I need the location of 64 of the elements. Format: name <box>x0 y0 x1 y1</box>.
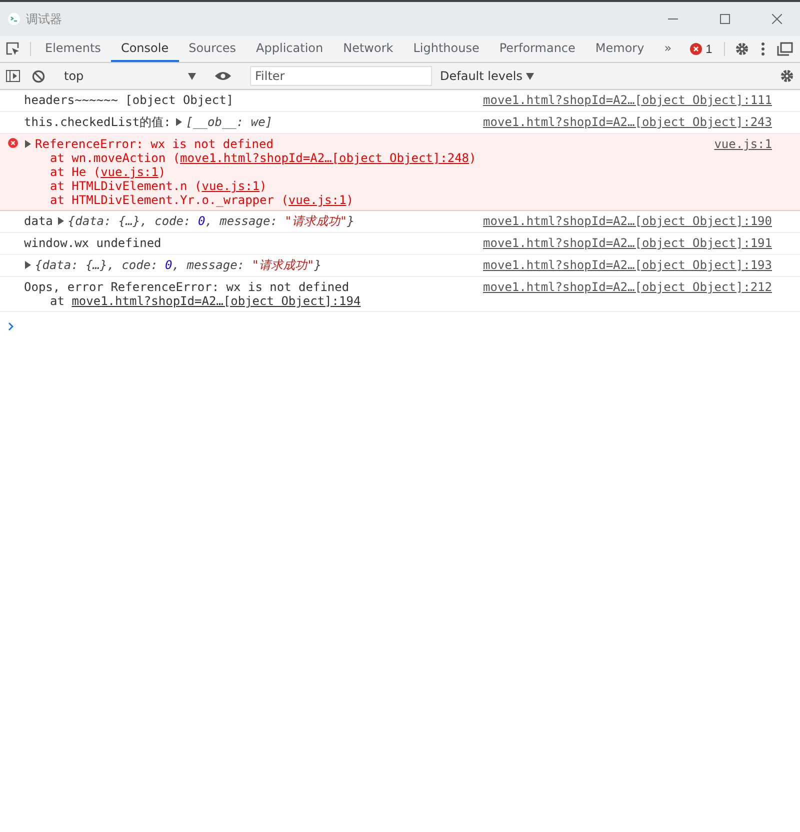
object-preview: , message: <box>172 258 246 272</box>
source-link[interactable]: move1.html?shopId=A2…[object Object]:191 <box>483 236 772 251</box>
error-icon <box>690 43 702 55</box>
log-text: headers~~~~~~ [object Object] <box>24 93 234 107</box>
app-icon <box>8 13 20 25</box>
source-link[interactable]: move1.html?shopId=A2…[object Object]:212 <box>483 280 772 308</box>
log-text: at HTMLDivElement.Yr.o._wrapper ( <box>50 193 288 207</box>
string-value: "请求成功" <box>252 258 314 272</box>
log-text: at HTMLDivElement.n ( <box>50 179 202 193</box>
log-text: at wn.moveAction ( <box>50 151 180 165</box>
source-link[interactable]: move1.html?shopId=A2…[object Object]:243 <box>483 115 772 130</box>
number-value: 0 <box>198 214 206 228</box>
source-link[interactable]: vue.js:1 <box>288 193 346 207</box>
source-link[interactable]: move1.html?shopId=A2…[object Object]:111 <box>483 93 772 108</box>
log-text: ) <box>158 165 166 179</box>
string-value: "请求成功" <box>284 214 348 228</box>
panel-tab[interactable]: Sources <box>178 36 246 62</box>
source-link[interactable]: move1.html?shopId=A2…[object Object]:248 <box>180 151 470 165</box>
panel-tab[interactable]: Lighthouse <box>403 36 490 62</box>
log-text: ) <box>469 151 476 165</box>
object-preview: } <box>347 214 354 228</box>
context-select[interactable]: top <box>60 65 200 87</box>
filter-field[interactable]: Filter <box>250 66 432 86</box>
window-title: 调试器 <box>26 10 63 28</box>
object-preview: } <box>314 258 322 272</box>
number-value: 0 <box>165 258 172 272</box>
log-text: Oops, error ReferenceError: wx is not defined <box>24 280 350 294</box>
object-preview: {data: {…}, code: <box>68 214 192 228</box>
panel-tab[interactable]: Application <box>246 36 334 62</box>
log-text: this.checkedList的值: <box>24 115 171 129</box>
error-icon <box>8 138 18 148</box>
source-link[interactable]: vue.js:1 <box>714 137 772 207</box>
log-text: ) <box>260 179 267 193</box>
panel-tab[interactable]: Network <box>333 36 404 62</box>
inspect-cursor-icon[interactable] <box>6 42 20 56</box>
expand-arrow-icon[interactable] <box>56 217 65 225</box>
error-count-button[interactable]: 1 <box>682 36 720 62</box>
log-text: ) <box>346 193 354 207</box>
close-icon[interactable] <box>772 14 782 24</box>
log-levels-dropdown[interactable]: Default levels <box>432 69 542 83</box>
maximize-icon[interactable] <box>720 14 730 24</box>
caret-icon <box>188 72 196 80</box>
log-text: ReferenceError: wx is not defined <box>35 137 274 151</box>
source-link[interactable]: move1.html?shopId=A2…[object Object]:193 <box>483 258 772 273</box>
object-preview: [__ob__: we] <box>186 115 273 129</box>
source-link[interactable]: move1.html?shopId=A2…[object Object]:194 <box>72 294 361 308</box>
source-link[interactable]: vue.js:1 <box>100 165 158 179</box>
source-link[interactable]: vue.js:1 <box>202 179 260 193</box>
log-text: at <box>50 294 66 308</box>
log-text: at He ( <box>50 165 101 179</box>
object-preview: {data: {…}, code: <box>35 258 159 272</box>
source-link[interactable]: move1.html?shopId=A2…[object Object]:190 <box>483 214 772 229</box>
log-text: data <box>24 214 53 228</box>
prompt-icon <box>8 322 14 331</box>
more-tabs-button[interactable]: » <box>654 36 682 62</box>
caret-icon <box>526 72 534 80</box>
panel-tab[interactable]: Memory <box>585 36 654 62</box>
object-preview: , message: <box>205 214 278 228</box>
expand-arrow-icon[interactable] <box>174 118 183 126</box>
panel-tab[interactable]: Performance <box>489 36 586 62</box>
expand-arrow-icon[interactable] <box>24 261 32 269</box>
panel-tab[interactable]: Elements <box>35 36 111 62</box>
expand-arrow-icon[interactable] <box>24 140 32 148</box>
log-text: window.wx undefined <box>24 236 162 250</box>
